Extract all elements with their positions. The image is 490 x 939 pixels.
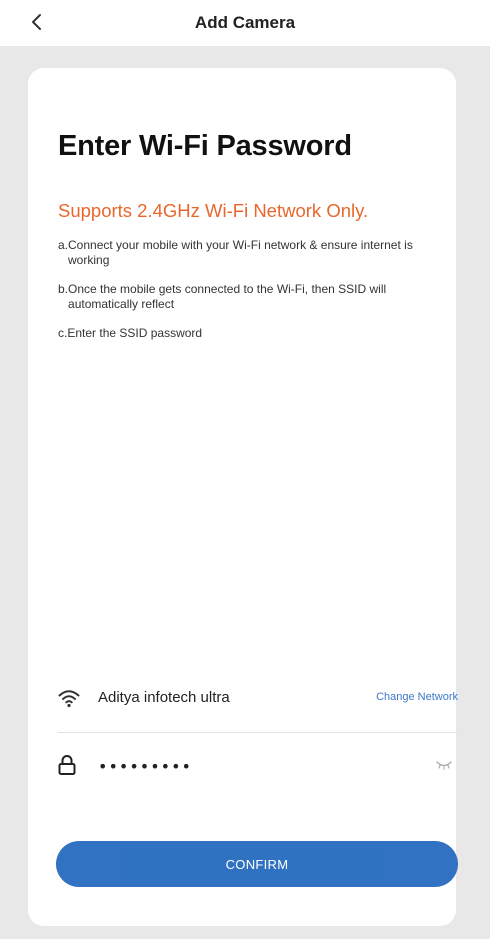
change-network-link[interactable]: Change Network	[376, 691, 458, 703]
instruction-text: Connect your mobile with your Wi-Fi netw…	[68, 238, 413, 267]
password-row	[58, 752, 458, 782]
confirm-button[interactable]: CONFIRM	[56, 841, 458, 887]
instruction-item: b. Once the mobile gets connected to the…	[58, 282, 438, 312]
wifi-password-card: Enter Wi-Fi Password Supports 2.4GHz Wi-…	[28, 68, 458, 926]
lock-icon	[58, 755, 76, 775]
instruction-text: Enter the SSID password	[67, 326, 203, 340]
instruction-item: c. Enter the SSID password	[58, 326, 438, 341]
instruction-prefix: c.	[58, 326, 68, 340]
network-ssid: Aditya infotech ultra	[98, 689, 230, 706]
instruction-text: Once the mobile gets connected to the Wi…	[68, 282, 387, 311]
frequency-notice: Supports 2.4GHz Wi-Fi Network Only.	[58, 200, 369, 221]
instruction-prefix: b.	[58, 282, 69, 296]
divider	[58, 732, 458, 733]
wifi-icon	[58, 690, 80, 708]
page-title: Add Camera	[194, 13, 296, 32]
card-heading: Enter Wi-Fi Password	[58, 130, 352, 162]
eye-closed-icon[interactable]	[436, 760, 452, 770]
top-bar: Add Camera	[0, 0, 490, 46]
instructions-list: a. Connect your mobile with your Wi-Fi n…	[58, 238, 438, 341]
instruction-item: a. Connect your mobile with your Wi-Fi n…	[58, 238, 438, 268]
password-field[interactable]	[98, 752, 398, 780]
network-row: Aditya infotech ultra Change Network	[58, 684, 458, 718]
instruction-prefix: a.	[58, 238, 69, 252]
